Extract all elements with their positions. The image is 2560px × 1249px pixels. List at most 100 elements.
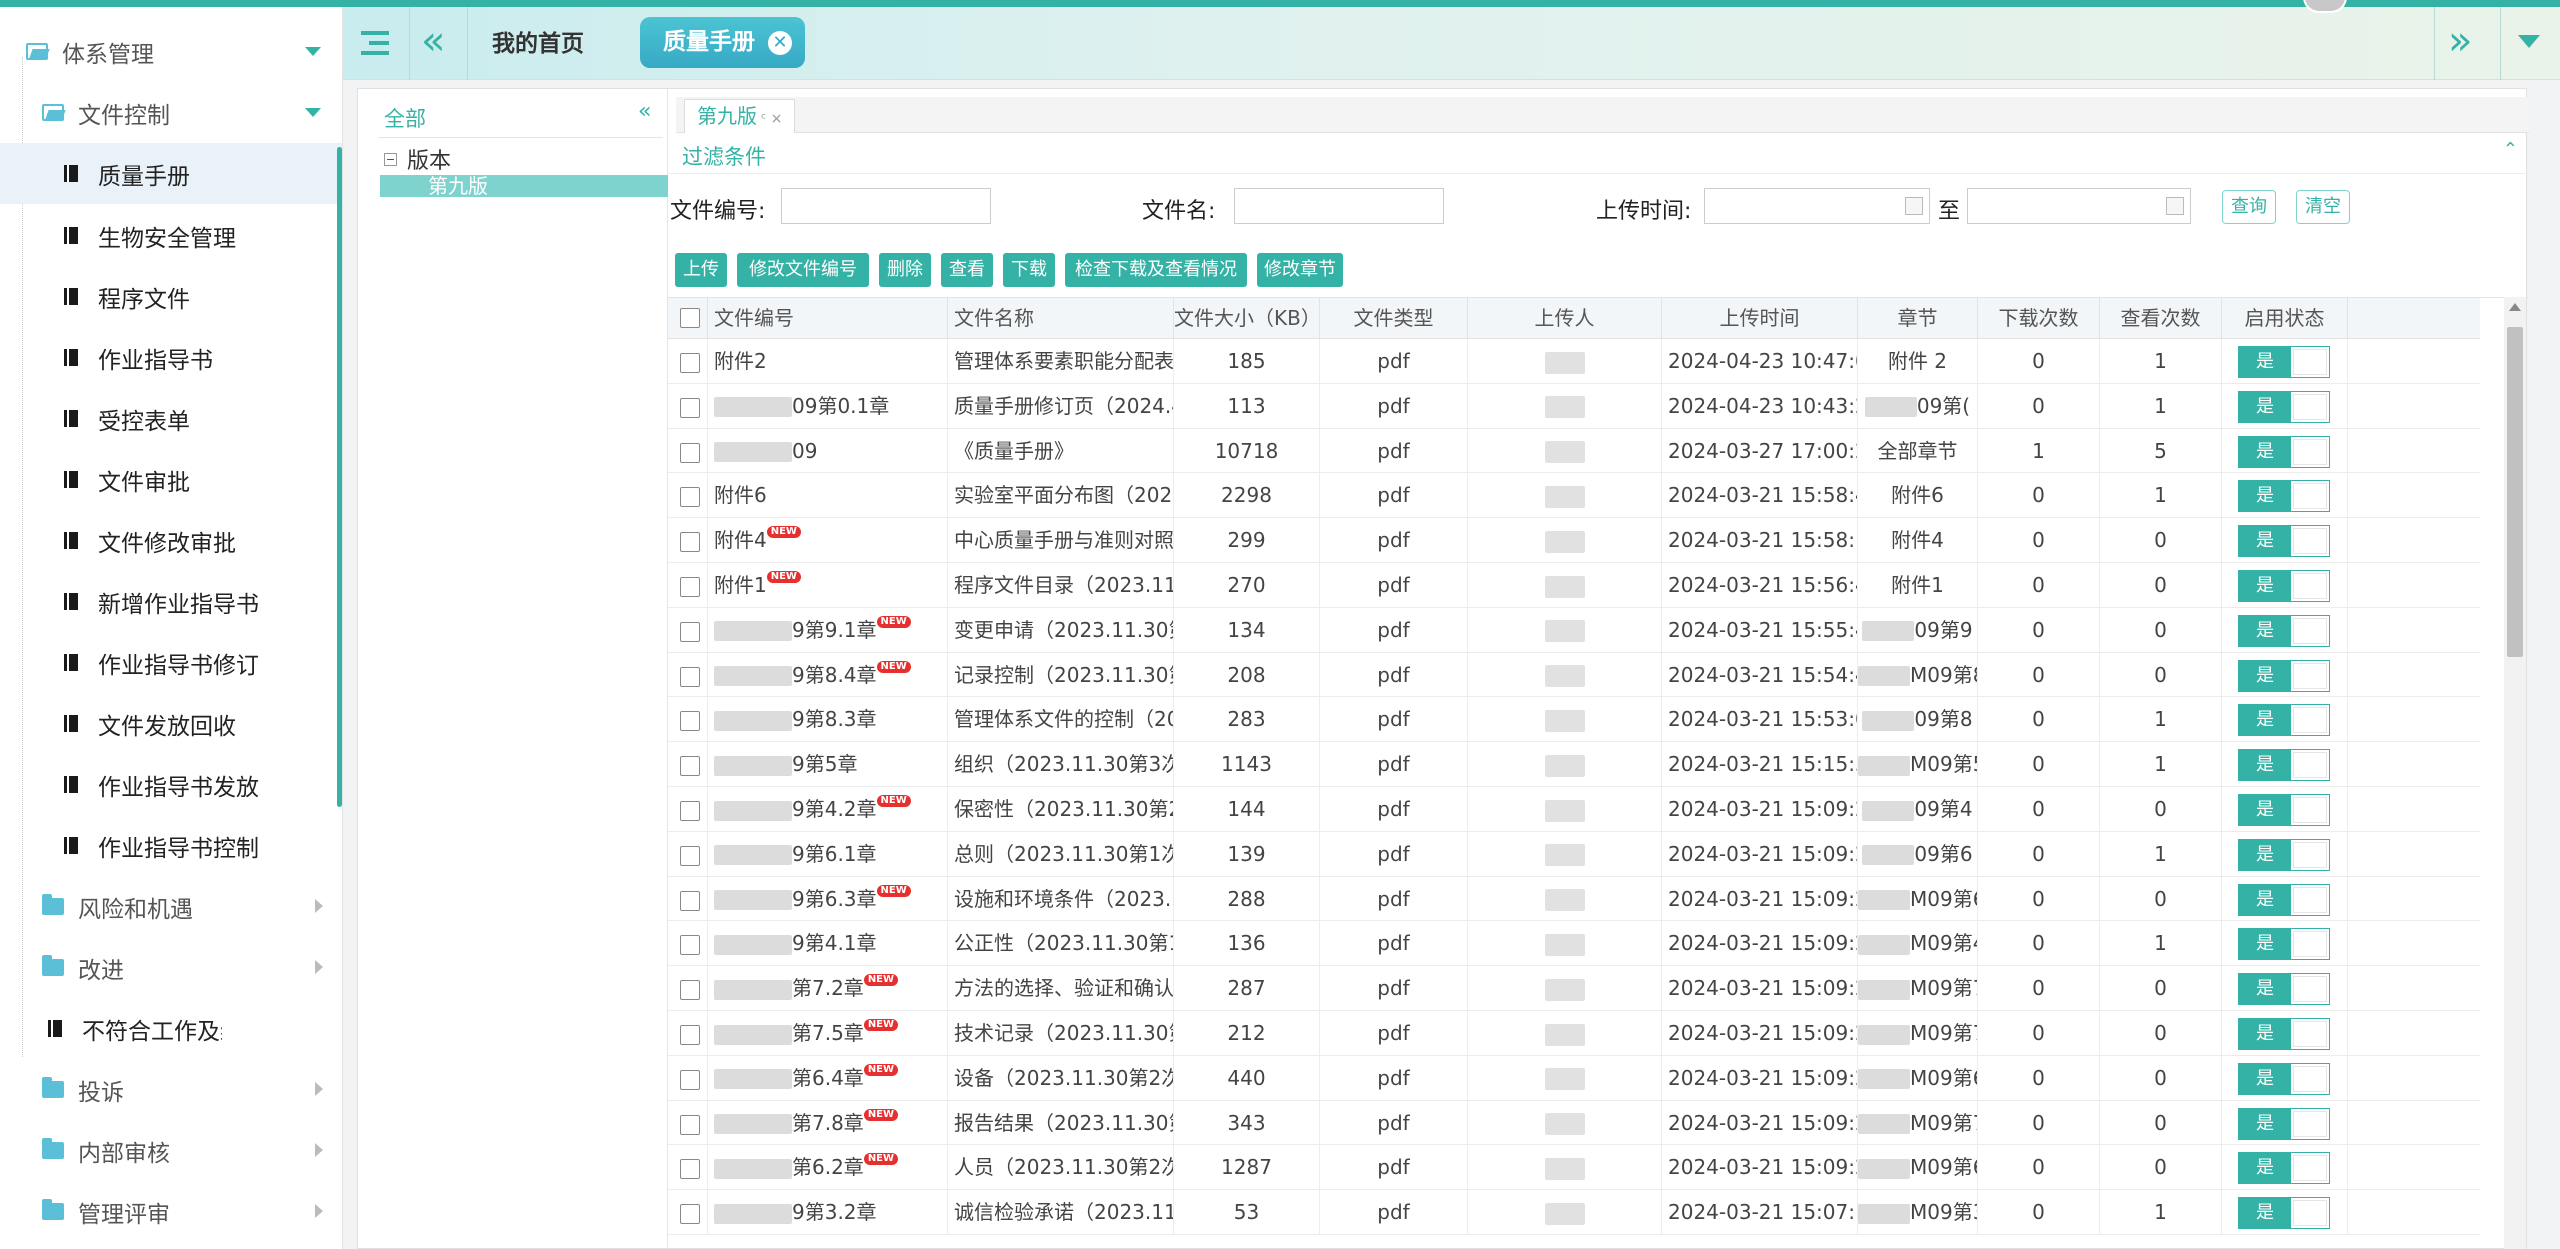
tab-home[interactable]: 我的首页 [468,24,608,64]
menu-toggle-icon[interactable] [357,25,393,61]
sidebar-item-controlled-forms[interactable]: 受控表单 [0,388,342,449]
table-row[interactable]: 9第3.2章 诚信检验承诺（2023.11.30第1次修订）53pdf 2024-0… [668,1190,2480,1235]
sidebar-section-management-review[interactable]: 管理评审 [0,1181,342,1242]
subtab-close-icon[interactable]: ᶜ × [761,111,782,127]
status-toggle[interactable]: 是 [2238,1062,2330,1095]
edit-file-no-button[interactable]: 修改文件编号 [737,253,869,287]
tree-collapse-icon[interactable] [384,152,397,166]
row-checkbox[interactable] [680,845,700,866]
dropdown-caret-icon[interactable] [2518,35,2540,48]
calendar-icon[interactable] [1905,197,1923,215]
header-download-count[interactable]: 下载次数 [1978,298,2100,339]
scroll-up-icon[interactable] [2509,303,2521,311]
row-checkbox[interactable] [680,801,700,821]
avatar[interactable] [2303,0,2347,13]
status-toggle[interactable]: 是 [2238,435,2330,468]
upload-button[interactable]: 上传 [675,253,727,287]
edit-chapter-button[interactable]: 修改章节 [1257,253,1343,287]
close-icon[interactable]: ✕ [768,31,792,55]
sidebar-section-improve[interactable]: 改进 [0,937,342,998]
header-chapter[interactable]: 章节 [1858,298,1978,339]
sidebar-group-file-control[interactable]: 文件控制 [0,82,342,143]
status-toggle[interactable]: 是 [2238,749,2330,782]
row-checkbox[interactable] [680,1159,700,1180]
tree-all-link[interactable]: 全部 [384,103,426,133]
sidebar-scrollbar[interactable] [337,147,342,807]
calendar-icon[interactable] [2166,197,2184,215]
sidebar-group-system[interactable]: 体系管理 [0,21,342,82]
delete-button[interactable]: 删除 [879,253,931,287]
row-checkbox[interactable] [680,487,700,508]
row-checkbox[interactable] [680,621,700,642]
table-row[interactable]: 09第0.1章 质量手册修订页（2024.4.3第4次修订）113pdf 2024-… [668,383,2480,429]
scroll-left-icon[interactable]: « [421,21,445,61]
collapse-up-icon[interactable]: ⌃ [2503,139,2518,160]
table-row[interactable]: 附件4NEW中心质量手册与准则对照表（2023.11.30299pdf2024-… [668,518,2480,563]
sidebar-item-modify-approval[interactable]: 文件修改审批 [0,510,342,571]
row-checkbox[interactable] [680,442,700,463]
header-upload-time[interactable]: 上传时间 [1662,298,1858,339]
sidebar-item-new-instruction[interactable]: 新增作业指导书 [0,571,342,632]
row-checkbox[interactable] [680,353,700,373]
collapse-left-icon[interactable]: « [638,99,651,124]
status-toggle[interactable]: 是 [2238,525,2330,558]
status-toggle[interactable]: 是 [2238,659,2330,692]
header-view-count[interactable]: 查看次数 [2100,298,2222,339]
row-checkbox[interactable] [680,397,700,418]
status-toggle[interactable]: 是 [2238,1197,2330,1230]
sidebar-section-internal-audit[interactable]: 内部审核 [0,1120,342,1181]
table-row[interactable]: 09 《质量手册》 10718 pdf 2024-03-27 17:00:2 全部章节 1 5… [668,428,2480,474]
row-checkbox[interactable] [680,532,700,553]
status-toggle[interactable]: 是 [2238,480,2330,513]
status-toggle[interactable]: 是 [2238,1107,2330,1140]
tree-leaf-ninth-edition[interactable]: 第九版 [380,175,668,197]
table-row[interactable]: 第6.2章NEW人员（2023.11.30第2次修订）1287pdf2024-0… [668,1145,2480,1191]
status-toggle[interactable]: 是 [2238,614,2330,647]
table-row[interactable]: 附件2 管理体系要素职能分配表（2024.4.16第1185pdf 2024-04-… [668,339,2480,384]
table-row[interactable]: 9第4.2章NEW保密性（2023.11.30第2次修订）144pdf2024-… [668,787,2480,832]
scrollbar-thumb[interactable] [2507,327,2523,657]
sidebar-item-distribution[interactable]: 文件发放回收 [0,693,342,754]
status-toggle[interactable]: 是 [2238,1152,2330,1185]
sidebar-item-procedure[interactable]: 程序文件 [0,266,342,327]
table-row[interactable]: 9第5章 组织（2023.11.30第3次修订）1143pdf 2024-03-21… [668,742,2480,787]
row-checkbox[interactable] [680,1204,700,1225]
upload-start-input[interactable] [1704,188,1930,224]
query-button[interactable]: 查询 [2222,190,2276,224]
sidebar-item-biosafety[interactable]: 生物安全管理 [0,205,342,266]
status-toggle[interactable]: 是 [2238,794,2330,826]
status-toggle[interactable]: 是 [2238,973,2330,1006]
sidebar-section-complaint[interactable]: 投诉 [0,1059,342,1120]
check-usage-button[interactable]: 检查下载及查看情况 [1065,253,1247,287]
header-file-size[interactable]: 文件大小（KB） [1174,298,1320,339]
download-button[interactable]: 下载 [1003,253,1055,287]
status-toggle[interactable]: 是 [2238,838,2330,871]
sidebar-section-nonconform[interactable]: 不符合工作及纠正措施 [0,998,342,1059]
table-row[interactable]: 第6.4章NEW设备（2023.11.30第2次修订）440pdf2024-03… [668,1055,2480,1101]
sidebar-item-file-approval[interactable]: 文件审批 [0,449,342,510]
table-row[interactable]: 9第6.1章 总则（2023.11.30第1次修订）139pdf 2024-03-2… [668,831,2480,877]
row-checkbox[interactable] [680,577,700,597]
table-row[interactable]: 第7.2章NEW方法的选择、验证和确认（2023.11.30第287pdf202… [668,966,2480,1011]
file-no-input[interactable] [781,188,991,224]
header-file-type[interactable]: 文件类型 [1320,298,1468,339]
header-file-no[interactable]: 文件编号 [708,298,948,339]
upload-end-input[interactable] [1967,188,2191,224]
clear-button[interactable]: 清空 [2296,190,2350,224]
table-row[interactable]: 第7.5章NEW技术记录（2023.11.30第1次修订）212pdf2024-… [668,1011,2480,1056]
header-uploader[interactable]: 上传人 [1468,298,1662,339]
status-toggle[interactable]: 是 [2238,704,2330,737]
row-checkbox[interactable] [680,711,700,732]
sidebar-item-instruction-revise[interactable]: 作业指导书修订 [0,632,342,693]
table-row[interactable]: 9第9.1章NEW变更申请（2023.11.30第1次修订）134pdf2024… [668,607,2480,653]
tree-node-version[interactable]: 版本 [384,143,451,175]
table-row[interactable]: 9第8.3章 管理体系文件的控制（2023.11.30第1次f283pdf 2024… [668,697,2480,743]
sidebar-item-instruction-issue[interactable]: 作业指导书发放 [0,754,342,815]
table-row[interactable]: 第7.8章NEW报告结果（2023.11.30第2次修订）343pdf2024-… [668,1100,2480,1146]
status-toggle[interactable]: 是 [2238,883,2330,916]
table-row[interactable]: 9第6.3章NEW设施和环境条件（2023.11.30第2次修订）288pdf2… [668,876,2480,922]
row-checkbox[interactable] [680,666,700,687]
subtab-ninth-edition[interactable]: 第九版 ᶜ × [684,99,796,133]
header-status[interactable]: 启用状态 [2222,298,2348,339]
header-file-name[interactable]: 文件名称 [948,298,1174,339]
